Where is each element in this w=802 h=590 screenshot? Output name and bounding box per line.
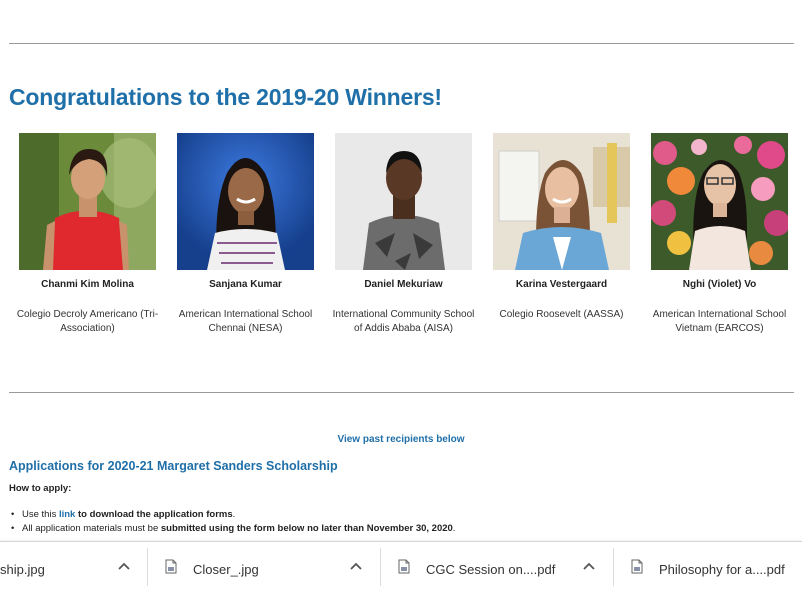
winner-name: Daniel Mekuriaw [364,279,443,290]
how-to-apply-label: How to apply: [9,483,72,494]
download-item[interactable]: Philosophy for a....pdf [614,542,802,590]
download-filename: Philosophy for a....pdf [659,562,785,577]
downloads-bar: ship.jpg Closer_.jpg CGC Session on....p… [0,541,802,590]
page-heading: Congratulations to the 2019-20 Winners! [9,84,442,110]
winner-name: Sanjana Kumar [209,279,282,290]
winner-card: Sanjana Kumar American International Sch… [167,133,324,336]
list-item: All application materials must be submit… [9,522,455,536]
winner-card: Nghi (Violet) Vo American International … [641,133,798,336]
winner-photo [651,133,788,270]
download-item[interactable]: CGC Session on....pdf [381,542,613,590]
winner-school: American International School Vietnam (E… [652,309,787,334]
download-filename: CGC Session on....pdf [426,562,556,577]
winner-school: Colegio Decroly Americano (Tri-Associati… [16,309,159,334]
chevron-up-icon[interactable] [582,560,596,572]
winner-name: Karina Vestergaard [515,279,608,290]
download-filename: ship.jpg [0,562,45,577]
winner-photo [335,133,472,270]
winner-school: American International School Chennai (N… [178,309,313,334]
file-icon [631,559,643,574]
top-divider [9,43,794,44]
download-item[interactable]: Closer_.jpg [148,542,380,590]
instructions-list: Use this link to download the applicatio… [9,508,455,536]
winner-name: Nghi (Violet) Vo [682,279,757,290]
file-icon [165,559,177,574]
view-past-recipients-link[interactable]: View past recipients below [0,434,802,445]
download-forms-link[interactable]: link [59,509,75,520]
winner-card: Daniel Mekuriaw International Community … [325,133,482,336]
chevron-up-icon[interactable] [117,560,131,572]
download-item[interactable]: ship.jpg [0,542,147,590]
applications-title: Applications for 2020-21 Margaret Sander… [9,459,338,473]
list-item: Use this link to download the applicatio… [9,508,455,522]
download-filename: Closer_.jpg [193,562,259,577]
chevron-up-icon[interactable] [349,560,363,572]
winner-photo [493,133,630,270]
winner-name: Chanmi Kim Molina [41,279,134,290]
winner-photo [19,133,156,270]
winner-photo [177,133,314,270]
winner-school: International Community School of Addis … [332,309,475,334]
bottom-divider [9,392,794,393]
winner-card: Chanmi Kim Molina Colegio Decroly Americ… [9,133,166,336]
file-icon [398,559,410,574]
winner-school: Colegio Roosevelt (AASSA) [499,309,624,320]
winner-card: Karina Vestergaard Colegio Roosevelt (AA… [483,133,640,322]
